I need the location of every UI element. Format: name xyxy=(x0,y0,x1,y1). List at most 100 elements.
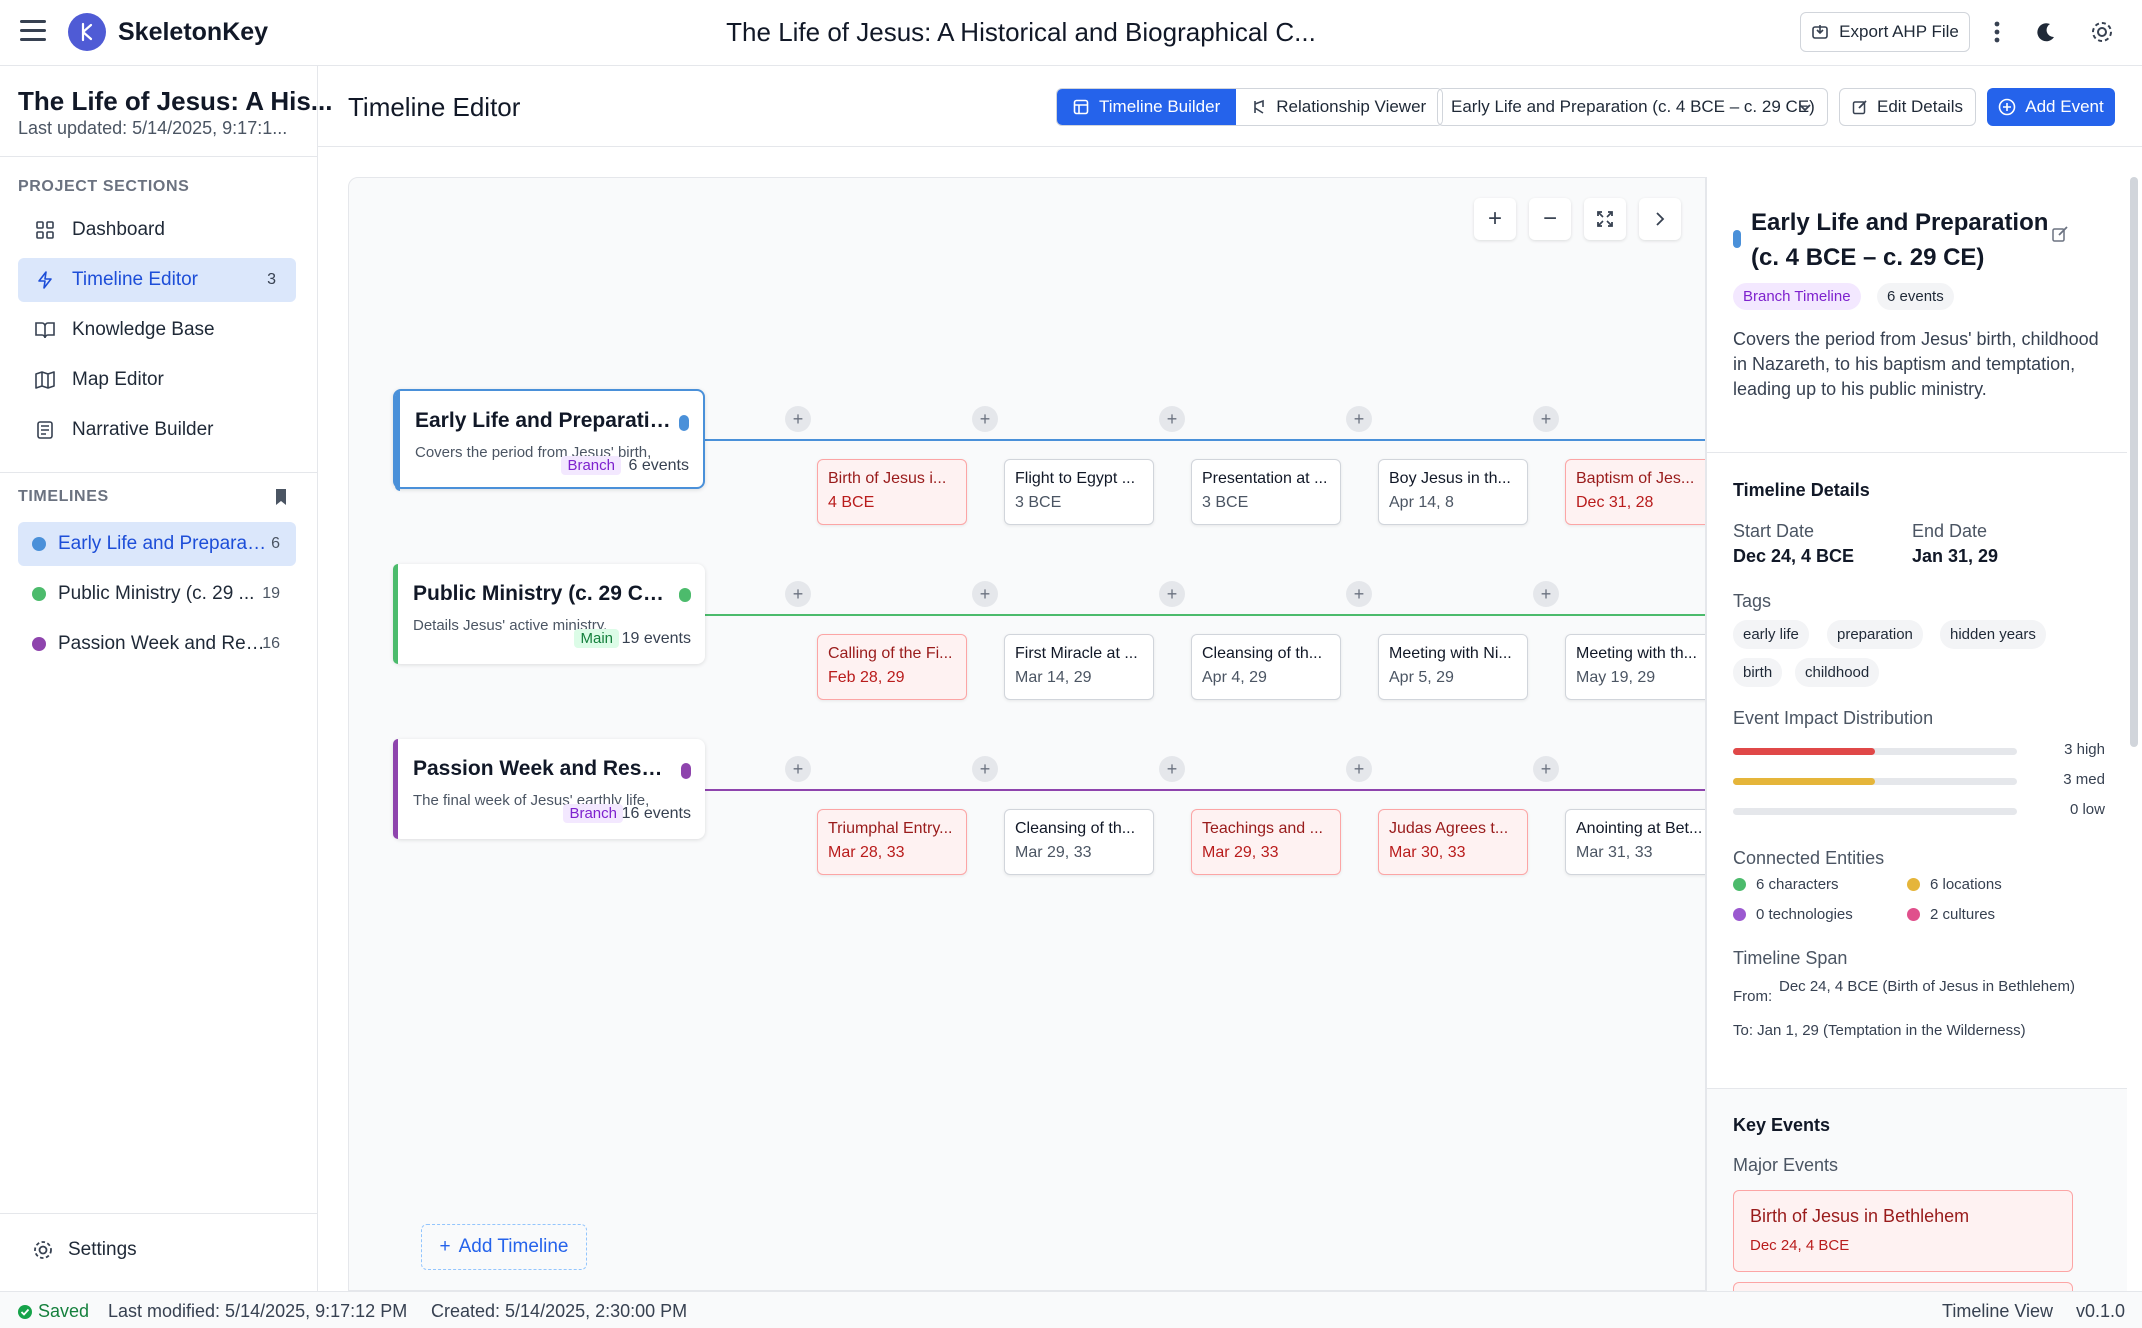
timeline-card-early-life[interactable]: Early Life and Preparation... Covers the… xyxy=(393,389,705,491)
sidebar-item-narrative-builder[interactable]: Narrative Builder xyxy=(18,408,296,452)
relationship-viewer-tab[interactable]: Relationship Viewer xyxy=(1236,89,1443,125)
timeline-event-count: 6 xyxy=(271,535,280,552)
event-date: Feb 28, 29 xyxy=(828,669,905,686)
event-card[interactable]: Calling of the Fi... Feb 28, 29 xyxy=(817,634,967,700)
entity-technologies[interactable]: 0 technologies xyxy=(1733,906,1853,923)
tag-chip[interactable]: early life xyxy=(1733,620,1809,649)
sidebar-item-map-editor[interactable]: Map Editor xyxy=(18,358,296,402)
insert-event-button[interactable]: + xyxy=(1159,756,1185,782)
event-card[interactable]: Baptism of Jes... Dec 31, 28 xyxy=(1565,459,1705,525)
event-title: Teachings and ... xyxy=(1202,820,1323,837)
timeline-color-dot xyxy=(679,588,691,602)
key-event-title: Birth of Jesus in Bethlehem xyxy=(1750,1206,1970,1226)
timeline-select-value: Early Life and Preparation (c. 4 BCE – c… xyxy=(1451,97,1815,116)
event-card[interactable]: Cleansing of th... Mar 29, 33 xyxy=(1004,809,1154,875)
event-card[interactable]: Meeting with th... May 19, 29 xyxy=(1565,634,1705,700)
panel-scrollbar[interactable] xyxy=(2130,177,2138,747)
timeline-card-passion-week[interactable]: Passion Week and Resurr... The final wee… xyxy=(393,739,705,839)
event-card[interactable]: Meeting with Ni... Apr 5, 29 xyxy=(1378,634,1528,700)
event-card[interactable]: Presentation at ... 3 BCE xyxy=(1191,459,1341,525)
event-card[interactable]: Teachings and ... Mar 29, 33 xyxy=(1191,809,1341,875)
event-date: Mar 30, 33 xyxy=(1389,844,1466,861)
sidebar-divider xyxy=(0,1213,318,1214)
insert-event-button[interactable]: + xyxy=(972,406,998,432)
insert-event-button[interactable]: + xyxy=(1346,756,1372,782)
event-card[interactable]: Anointing at Bet... Mar 31, 33 xyxy=(1565,809,1705,875)
tag-chip[interactable]: childhood xyxy=(1795,658,1880,687)
timeline-builder-label: Timeline Builder xyxy=(1099,97,1221,116)
zoom-in-button[interactable]: + xyxy=(1474,198,1516,240)
tag-chip[interactable]: birth xyxy=(1733,658,1783,687)
layout-icon xyxy=(1073,99,1089,115)
fit-to-screen-button[interactable] xyxy=(1584,198,1626,240)
entity-locations[interactable]: 6 locations xyxy=(1907,876,2002,893)
event-card[interactable]: Triumphal Entry... Mar 28, 33 xyxy=(817,809,967,875)
sidebar-timeline-early-life[interactable]: Early Life and Preparati... 6 xyxy=(18,522,296,566)
event-card[interactable]: Judas Agrees t... Mar 30, 33 xyxy=(1378,809,1528,875)
sidebar-item-label: Narrative Builder xyxy=(72,419,214,440)
app-header: SkeletonKey The Life of Jesus: A Histori… xyxy=(0,0,2142,66)
sidebar-divider xyxy=(0,472,318,473)
saved-status: Saved xyxy=(18,1301,89,1322)
event-title: Birth of Jesus i... xyxy=(828,470,947,487)
tag-chip[interactable]: hidden years xyxy=(1940,620,2046,649)
sidebar-item-settings[interactable]: Settings xyxy=(32,1239,137,1261)
end-date-label: End Date xyxy=(1912,521,1988,541)
dark-mode-icon[interactable] xyxy=(2030,16,2062,48)
event-title: Flight to Egypt ... xyxy=(1015,470,1136,487)
timeline-canvas[interactable]: + − Early Life and Preparation... Covers… xyxy=(348,177,1706,1291)
timeline-builder-tab[interactable]: Timeline Builder xyxy=(1057,89,1237,125)
event-card[interactable]: First Miracle at ... Mar 14, 29 xyxy=(1004,634,1154,700)
insert-event-button[interactable]: + xyxy=(1346,581,1372,607)
insert-event-button[interactable]: + xyxy=(972,581,998,607)
sidebar-item-timeline-editor[interactable]: Timeline Editor 3 xyxy=(18,258,296,302)
event-card[interactable]: Flight to Egypt ... 3 BCE xyxy=(1004,459,1154,525)
insert-event-button[interactable]: + xyxy=(785,406,811,432)
entity-characters[interactable]: 6 characters xyxy=(1733,876,1839,893)
insert-event-button[interactable]: + xyxy=(1533,756,1559,782)
key-event-card[interactable] xyxy=(1733,1282,2073,1291)
events-count-badge: 6 events xyxy=(1877,283,1954,310)
insert-event-button[interactable]: + xyxy=(972,756,998,782)
insert-event-button[interactable]: + xyxy=(1533,581,1559,607)
edit-icon xyxy=(1852,100,1867,115)
insert-event-button[interactable]: + xyxy=(1346,406,1372,432)
expand-icon xyxy=(1597,211,1613,227)
sidebar-timeline-passion-week[interactable]: Passion Week and Res... 16 xyxy=(18,622,296,666)
event-date: Mar 29, 33 xyxy=(1202,844,1279,861)
more-options-icon[interactable] xyxy=(1981,16,2013,48)
insert-event-button[interactable]: + xyxy=(785,581,811,607)
sidebar-item-knowledge-base[interactable]: Knowledge Base xyxy=(18,308,296,352)
event-card[interactable]: Boy Jesus in th... Apr 14, 8 xyxy=(1378,459,1528,525)
add-timeline-button[interactable]: + Add Timeline xyxy=(421,1224,587,1270)
panel-timeline-title: Early Life and Preparation (c. 4 BCE – c… xyxy=(1751,209,2049,271)
entity-cultures[interactable]: 2 cultures xyxy=(1907,906,1995,923)
map-icon xyxy=(34,369,56,391)
insert-event-button[interactable]: + xyxy=(1159,406,1185,432)
insert-event-button[interactable]: + xyxy=(1533,406,1559,432)
document-icon xyxy=(34,419,56,441)
entity-label: 6 locations xyxy=(1930,876,2002,893)
panel-description: Covers the period from Jesus' birth, chi… xyxy=(1733,329,2099,399)
timeline-card-public-ministry[interactable]: Public Ministry (c. 29 CE ... Details Je… xyxy=(393,564,705,664)
zoom-out-button[interactable]: − xyxy=(1529,198,1571,240)
collapse-panel-button[interactable] xyxy=(1639,198,1681,240)
tag-chip[interactable]: preparation xyxy=(1827,620,1923,649)
add-event-button[interactable]: Add Event xyxy=(1987,88,2115,126)
key-event-card[interactable]: Birth of Jesus in Bethlehem Dec 24, 4 BC… xyxy=(1733,1190,2073,1272)
event-card[interactable]: Birth of Jesus i... 4 BCE xyxy=(817,459,967,525)
edit-title-icon[interactable] xyxy=(2051,225,2069,243)
event-title: Cleansing of th... xyxy=(1015,820,1136,837)
insert-event-button[interactable]: + xyxy=(1159,581,1185,607)
settings-gear-icon[interactable] xyxy=(2086,16,2118,48)
sidebar-item-dashboard[interactable]: Dashboard xyxy=(18,208,296,252)
timeline-select[interactable]: Early Life and Preparation (c. 4 BCE – c… xyxy=(1437,88,1828,126)
edit-details-button[interactable]: Edit Details xyxy=(1839,88,1976,126)
bookmark-icon[interactable] xyxy=(274,488,288,506)
timeline-events-count: 6 events xyxy=(628,457,689,474)
event-card[interactable]: Cleansing of th... Apr 4, 29 xyxy=(1191,634,1341,700)
sidebar-timeline-public-ministry[interactable]: Public Ministry (c. 29 ... 19 xyxy=(18,572,296,616)
insert-event-button[interactable]: + xyxy=(785,756,811,782)
plus-icon: + xyxy=(439,1236,451,1257)
export-ahp-button[interactable]: Export AHP File xyxy=(1800,12,1970,52)
